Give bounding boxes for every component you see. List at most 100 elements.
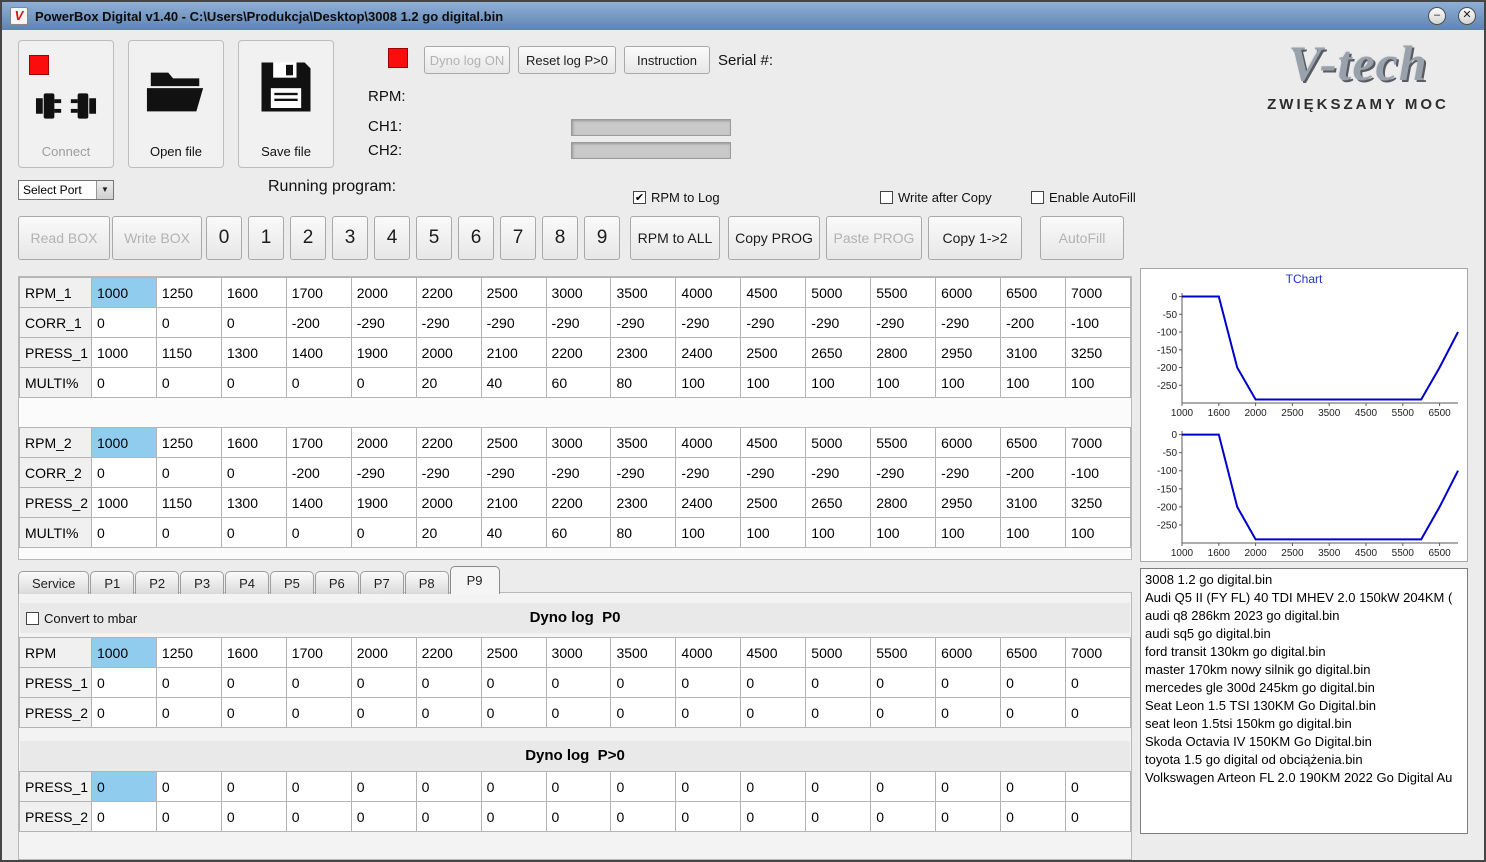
grid-cell[interactable]: -290 [675, 307, 742, 338]
grid-cell[interactable]: 1600 [220, 637, 287, 668]
grid-cell[interactable]: 0 [805, 697, 872, 728]
grid-cell[interactable]: 0 [740, 697, 807, 728]
save-file-button[interactable]: Save file [238, 40, 334, 168]
grid-cell[interactable]: -290 [350, 307, 417, 338]
grid-cell[interactable]: -200 [1000, 307, 1067, 338]
grid-cell[interactable]: 1000 [90, 637, 157, 668]
grid-cell[interactable]: 2000 [350, 427, 417, 458]
grid-cell[interactable]: 100 [740, 367, 807, 398]
grid-cell[interactable]: -290 [480, 307, 547, 338]
copy-prog-button[interactable]: Copy PROG [728, 216, 820, 260]
grid-cell[interactable]: 4500 [740, 637, 807, 668]
grid-cell[interactable]: 0 [675, 771, 742, 802]
tab-p4[interactable]: P4 [225, 571, 269, 594]
grid-cell[interactable]: 5500 [870, 637, 937, 668]
grid-cell[interactable]: 3500 [610, 637, 677, 668]
grid-cell[interactable]: 2500 [480, 427, 547, 458]
grid-cell[interactable]: 100 [675, 367, 742, 398]
grid-cell[interactable]: 2000 [415, 337, 482, 368]
grid-cell[interactable]: 2200 [415, 637, 482, 668]
reset-log-button[interactable]: Reset log P>0 [518, 46, 616, 74]
grid-cell[interactable]: 0 [805, 667, 872, 698]
grid-cell[interactable]: 2650 [805, 337, 872, 368]
grid-cell[interactable]: 0 [1000, 801, 1067, 832]
digit-button-6[interactable]: 6 [458, 216, 494, 260]
grid-cell[interactable]: 0 [220, 697, 287, 728]
grid-cell[interactable]: 1000 [90, 337, 157, 368]
grid-cell[interactable]: 0 [155, 457, 222, 488]
copy-1-to-2-button[interactable]: Copy 1->2 [928, 216, 1022, 260]
tab-p5[interactable]: P5 [269, 571, 314, 594]
grid-cell[interactable]: 0 [90, 307, 157, 338]
grid-cell[interactable]: 0 [545, 801, 612, 832]
grid-cell[interactable]: 100 [870, 367, 937, 398]
grid-cell[interactable]: 7000 [1065, 637, 1131, 668]
grid-cell[interactable]: 5000 [805, 637, 872, 668]
grid-cell[interactable]: 0 [935, 771, 1002, 802]
grid-cell[interactable]: 2500 [480, 277, 547, 308]
grid-cell[interactable]: 2500 [740, 337, 807, 368]
grid-cell[interactable]: 1900 [350, 487, 417, 518]
grid-cell[interactable]: -290 [610, 307, 677, 338]
grid-cell[interactable]: 100 [935, 367, 1002, 398]
grid-cell[interactable]: 7000 [1065, 277, 1131, 308]
grid-cell[interactable]: -100 [1065, 307, 1131, 338]
digit-button-1[interactable]: 1 [248, 216, 284, 260]
grid-cell[interactable]: -290 [870, 457, 937, 488]
grid-cell[interactable]: 0 [1065, 771, 1131, 802]
grid-cell[interactable]: 0 [545, 771, 612, 802]
open-file-button[interactable]: Open file [128, 40, 224, 168]
grid-cell[interactable]: 0 [1000, 697, 1067, 728]
grid-cell[interactable]: -290 [740, 307, 807, 338]
grid-cell[interactable]: 0 [415, 697, 482, 728]
grid-cell[interactable]: 2300 [610, 337, 677, 368]
grid-cell[interactable]: 0 [220, 771, 287, 802]
grid-cell[interactable]: 0 [675, 667, 742, 698]
grid-cell[interactable]: 2200 [415, 277, 482, 308]
grid-cell[interactable]: 2300 [610, 487, 677, 518]
grid-cell[interactable]: 0 [870, 667, 937, 698]
grid-cell[interactable]: 2200 [415, 427, 482, 458]
grid-cell[interactable]: 2500 [480, 637, 547, 668]
grid-cell[interactable]: -290 [675, 457, 742, 488]
grid-cell[interactable]: 0 [90, 517, 157, 548]
grid-cell[interactable]: 0 [220, 667, 287, 698]
digit-button-4[interactable]: 4 [374, 216, 410, 260]
grid-cell[interactable]: 0 [285, 697, 352, 728]
grid-cell[interactable]: 40 [480, 517, 547, 548]
grid-cell[interactable]: 100 [805, 367, 872, 398]
grid-cell[interactable]: 0 [90, 771, 157, 802]
grid-cell[interactable]: 1000 [90, 277, 157, 308]
grid-cell[interactable]: 0 [675, 697, 742, 728]
grid-cell[interactable]: 3000 [545, 277, 612, 308]
grid-cell[interactable]: 3250 [1065, 487, 1131, 518]
list-item[interactable]: Volkswagen Arteon FL 2.0 190KM 2022 Go D… [1141, 769, 1467, 787]
grid-cell[interactable]: 4500 [740, 427, 807, 458]
tab-p7[interactable]: P7 [359, 571, 404, 594]
grid-cell[interactable]: 1400 [285, 337, 352, 368]
grid-cell[interactable]: 3000 [545, 637, 612, 668]
grid-cell[interactable]: 0 [155, 667, 222, 698]
digit-button-5[interactable]: 5 [416, 216, 452, 260]
grid-cell[interactable]: 6000 [935, 277, 1002, 308]
grid-cell[interactable]: 0 [155, 367, 222, 398]
tab-service[interactable]: Service [18, 571, 90, 594]
grid-cell[interactable]: 4000 [675, 277, 742, 308]
grid-cell[interactable]: -290 [415, 307, 482, 338]
grid-cell[interactable]: 2100 [480, 337, 547, 368]
grid-cell[interactable]: 6500 [1000, 427, 1067, 458]
grid-cell[interactable]: 0 [610, 801, 677, 832]
enable-autofill-checkbox[interactable]: Enable AutoFill [1031, 190, 1136, 205]
grid-cell[interactable]: 0 [90, 367, 157, 398]
grid-cell[interactable]: 0 [1000, 771, 1067, 802]
grid-cell[interactable]: 2400 [675, 337, 742, 368]
grid-cell[interactable]: 6000 [935, 427, 1002, 458]
grid-cell[interactable]: 100 [1065, 517, 1131, 548]
grid-cell[interactable]: 0 [285, 771, 352, 802]
grid-cell[interactable]: 0 [350, 697, 417, 728]
grid-cell[interactable]: 1700 [285, 637, 352, 668]
grid-cell[interactable]: 6500 [1000, 637, 1067, 668]
grid-cell[interactable]: 1300 [220, 337, 287, 368]
grid-cell[interactable]: 0 [415, 667, 482, 698]
grid-cell[interactable]: 0 [545, 667, 612, 698]
